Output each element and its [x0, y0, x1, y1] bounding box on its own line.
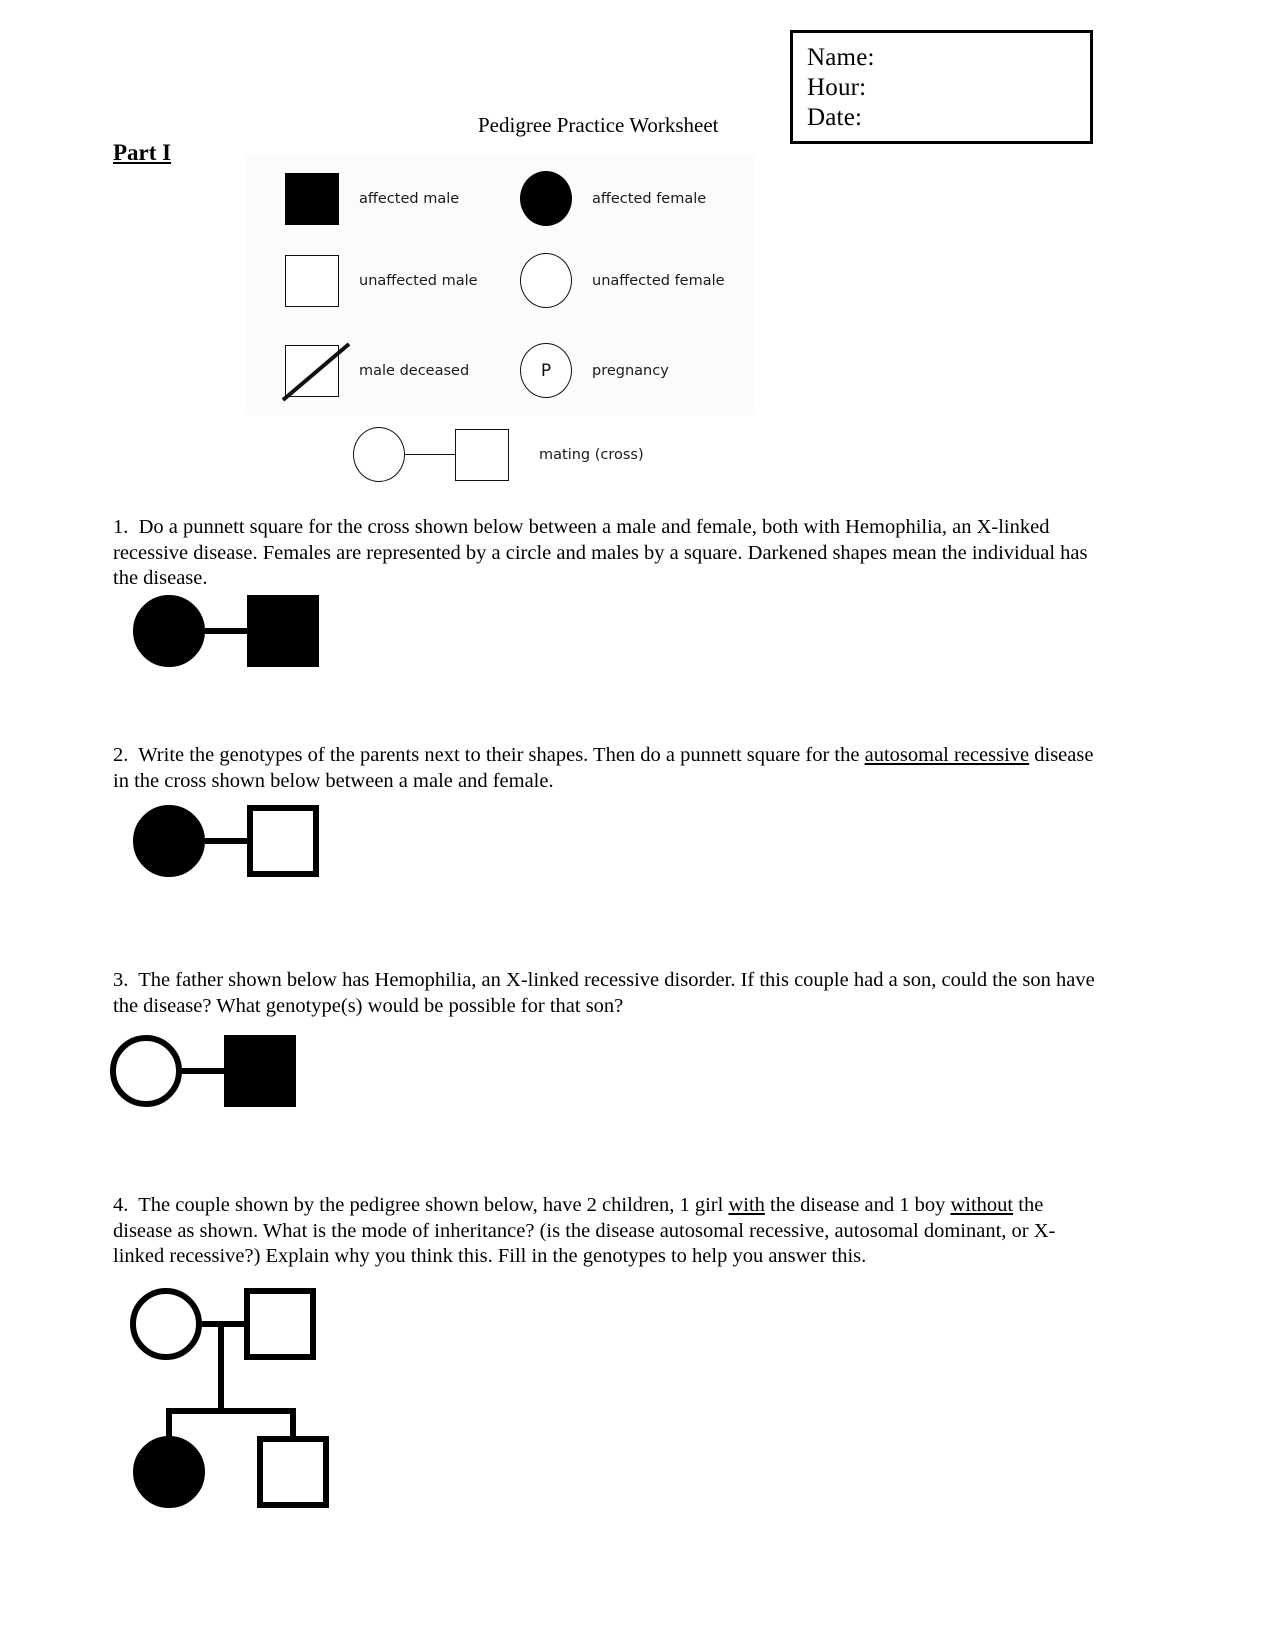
question-1-text: 1. Do a punnett square for the cross sho… [113, 515, 1098, 592]
unaffected-son-symbol-icon [257, 1436, 329, 1508]
question-2-text: 2. Write the genotypes of the parents ne… [113, 743, 1098, 794]
question-2-pedigree [133, 805, 319, 877]
unaffected-male-symbol-icon [247, 805, 319, 877]
affected-male-symbol-icon [224, 1035, 296, 1107]
date-field-label: Date: [807, 104, 863, 131]
question-1-number: 1. [113, 516, 129, 538]
mating-connector-line [405, 453, 455, 456]
question-4-underlined-without: without [950, 1194, 1014, 1216]
worksheet-page: Name: Hour: Date: Pedigree Practice Work… [0, 0, 1275, 1650]
sibship-line [166, 1408, 296, 1414]
question-2-underlined-term: autosomal recessive [864, 744, 1030, 766]
question-4-underlined-with: with [728, 1194, 765, 1216]
student-info-box: Name: Hour: Date: [790, 30, 1093, 144]
affected-female-symbol-icon [133, 805, 205, 877]
question-4-text: 4. The couple shown by the pedigree show… [113, 1193, 1098, 1270]
legend-label-mating-cross: mating (cross) [539, 446, 644, 463]
legend-row-pregnancy: P pregnancy [520, 343, 669, 398]
question-3-number: 3. [113, 969, 129, 991]
page-title: Pedigree Practice Worksheet [478, 113, 719, 137]
affected-female-symbol-icon [133, 595, 205, 667]
unaffected-female-symbol-icon [520, 253, 572, 308]
legend-row-unaffected-female: unaffected female [520, 253, 725, 308]
hour-field-label: Hour: [807, 74, 867, 101]
pregnancy-symbol-icon: P [520, 343, 572, 398]
part-heading: Part I [113, 140, 172, 165]
male-deceased-symbol-icon [281, 342, 351, 402]
legend-label-unaffected-male: unaffected male [359, 273, 478, 289]
legend-label-affected-female: affected female [592, 190, 707, 207]
unaffected-father-symbol-icon [244, 1288, 316, 1360]
affected-female-symbol-icon [520, 171, 572, 226]
legend-row-mating-cross: mating (cross) [353, 427, 644, 482]
legend-label-affected-male: affected male [359, 191, 460, 207]
legend-row-male-deceased: male deceased [281, 342, 470, 402]
mating-connector-line [182, 1068, 224, 1074]
unaffected-female-symbol-icon [110, 1035, 182, 1107]
legend-label-male-deceased: male deceased [359, 363, 470, 379]
pregnancy-symbol-letter: P [540, 360, 552, 381]
legend-row-affected-male: affected male [285, 173, 459, 225]
question-3-body: The father shown below has Hemophilia, a… [113, 969, 1095, 1017]
affected-male-symbol-icon [285, 173, 339, 225]
question-2-body-part-1: Write the genotypes of the parents next … [138, 744, 865, 766]
question-4-body-part-2: the disease and 1 boy [764, 1194, 951, 1216]
legend-label-unaffected-female: unaffected female [592, 272, 725, 289]
question-4-body-part-1: The couple shown by the pedigree shown b… [138, 1194, 729, 1216]
unaffected-male-symbol-icon [285, 255, 339, 307]
question-1-pedigree [133, 595, 319, 667]
mating-male-symbol-icon [455, 428, 509, 481]
legend-row-affected-female: affected female [520, 171, 706, 226]
pedigree-symbol-legend: affected male affected female unaffected… [245, 155, 755, 482]
question-3-pedigree [110, 1035, 296, 1107]
mating-connector-line [205, 838, 247, 844]
affected-daughter-symbol-icon [133, 1436, 205, 1508]
name-field-label: Name: [807, 44, 875, 71]
question-2-number: 2. [113, 744, 129, 766]
mating-connector-line [205, 628, 247, 634]
affected-male-symbol-icon [247, 595, 319, 667]
descent-line [218, 1324, 224, 1414]
question-4-number: 4. [113, 1194, 129, 1216]
question-4-pedigree [130, 1288, 390, 1508]
question-1-body: Do a punnett square for the cross shown … [113, 516, 1088, 589]
legend-row-unaffected-male: unaffected male [285, 255, 478, 307]
legend-label-pregnancy: pregnancy [592, 362, 669, 379]
question-3-text: 3. The father shown below has Hemophilia… [113, 968, 1098, 1019]
mating-female-symbol-icon [353, 427, 405, 482]
unaffected-mother-symbol-icon [130, 1288, 202, 1360]
